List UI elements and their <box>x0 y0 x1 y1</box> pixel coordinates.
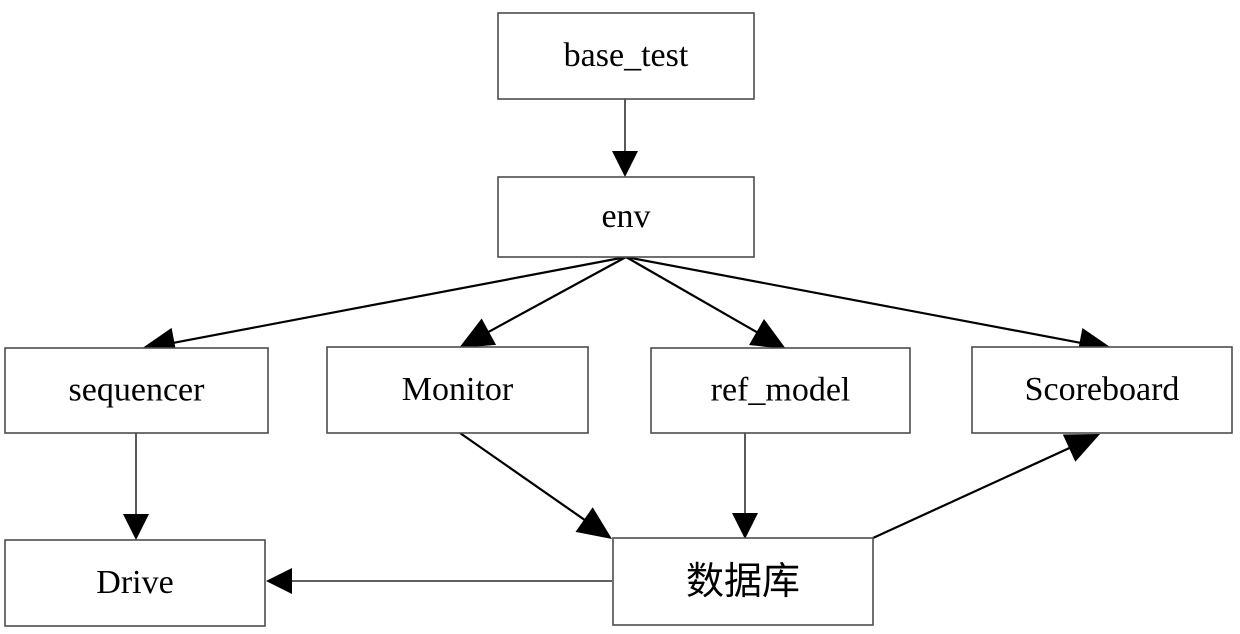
arrowhead-icon <box>575 507 612 539</box>
edge-env-to-monitor <box>459 256 627 348</box>
edge-shaft <box>482 256 627 336</box>
arrowhead-icon <box>749 319 786 349</box>
node-layer: base_testenv sequencer Monitor ref_model Sco… <box>4 12 1233 627</box>
edge-layer <box>123 99 1113 594</box>
edge-ref_model-to-database <box>732 433 758 539</box>
edge-monitor-to-database <box>459 432 612 539</box>
node-label: Drive <box>96 564 173 601</box>
arrowhead-icon <box>732 513 758 539</box>
node-database[interactable]: 数据库 <box>612 537 874 626</box>
edge-sequencer-to-drive <box>123 433 149 540</box>
edge-shaft <box>168 255 627 345</box>
arrowhead-icon <box>123 514 149 540</box>
arrowhead-icon <box>612 151 638 177</box>
node-label: base_test <box>564 37 689 74</box>
node-base_test[interactable]: base_test <box>497 12 755 100</box>
node-label: 数据库 <box>686 559 800 603</box>
arrowhead-icon <box>459 318 497 348</box>
diagram-canvas: base_testenv sequencer Monitor ref_model Sco… <box>0 0 1240 634</box>
node-label: env <box>601 198 650 235</box>
edge-env-to-scoreboard <box>625 255 1113 358</box>
edge-base_test-to-env <box>612 99 638 177</box>
node-label: Scoreboard <box>1025 371 1180 408</box>
flowchart-svg: base_testenv sequencer Monitor ref_model Sco… <box>4 12 1233 627</box>
edge-database-to-drive <box>266 568 612 594</box>
node-ref_model[interactable]: ref_model <box>650 347 911 434</box>
edge-shaft <box>459 432 590 524</box>
node-drive[interactable]: Drive <box>4 539 266 627</box>
node-scoreboard[interactable]: Scoreboard <box>971 346 1233 434</box>
edge-shaft <box>872 444 1076 540</box>
node-label: sequencer <box>69 371 206 408</box>
node-sequencer[interactable]: sequencer <box>4 347 269 434</box>
edge-shaft <box>625 255 1086 345</box>
node-monitor[interactable]: Monitor <box>326 346 589 434</box>
edge-env-to-sequencer <box>141 255 627 358</box>
node-label: ref_model <box>711 371 851 408</box>
node-label: Monitor <box>402 371 514 408</box>
node-env[interactable]: env <box>497 176 755 258</box>
edge-env-to-ref_model <box>625 256 786 349</box>
arrowhead-icon <box>266 568 292 594</box>
edge-database-to-scoreboard <box>872 434 1100 540</box>
